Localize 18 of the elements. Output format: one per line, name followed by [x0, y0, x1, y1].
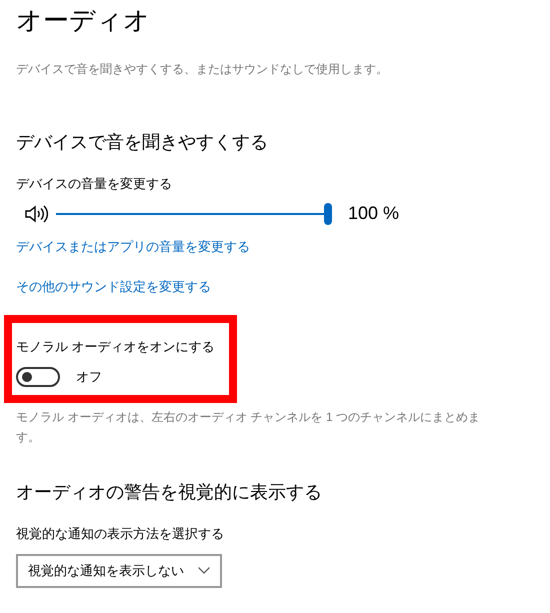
settings-link[interactable]: その他のサウンド設定を変更する: [16, 279, 211, 294]
volume-reading: 100 %: [348, 202, 400, 225]
toggle-state: オフ: [76, 368, 102, 386]
notification-dropdown[interactable]: 視覚的な通知を表示しない: [16, 554, 222, 588]
section-heading: デバイスで音を聞きやすくする: [16, 131, 268, 154]
slider-thumb[interactable]: [324, 202, 332, 224]
settings-link[interactable]: デバイスまたはアプリの音量を変更する: [16, 239, 250, 254]
mono-audio-description: モノラル オーディオは、左右のオーディオ チャンネルを 1 つのチャンネルにまとめます。: [16, 409, 482, 446]
volume-slider[interactable]: [56, 202, 332, 224]
speaker-icon: [24, 204, 48, 224]
page-title: オーディオ: [16, 4, 150, 37]
section-heading: オーディオの警告を視覚的に表示する: [16, 481, 322, 504]
chevron-down-icon: [198, 567, 210, 574]
volume-label: デバイスの音量を変更する: [16, 175, 172, 193]
page-description: デバイスで音を聞きやすくする、またはサウンドなしで使用します。: [16, 61, 388, 78]
toggle-label: モノラル オーディオをオンにする: [16, 338, 215, 356]
toggle-switch[interactable]: [16, 367, 60, 387]
dropdown-label: 視覚的な通知の表示方法を選択する: [16, 525, 224, 543]
